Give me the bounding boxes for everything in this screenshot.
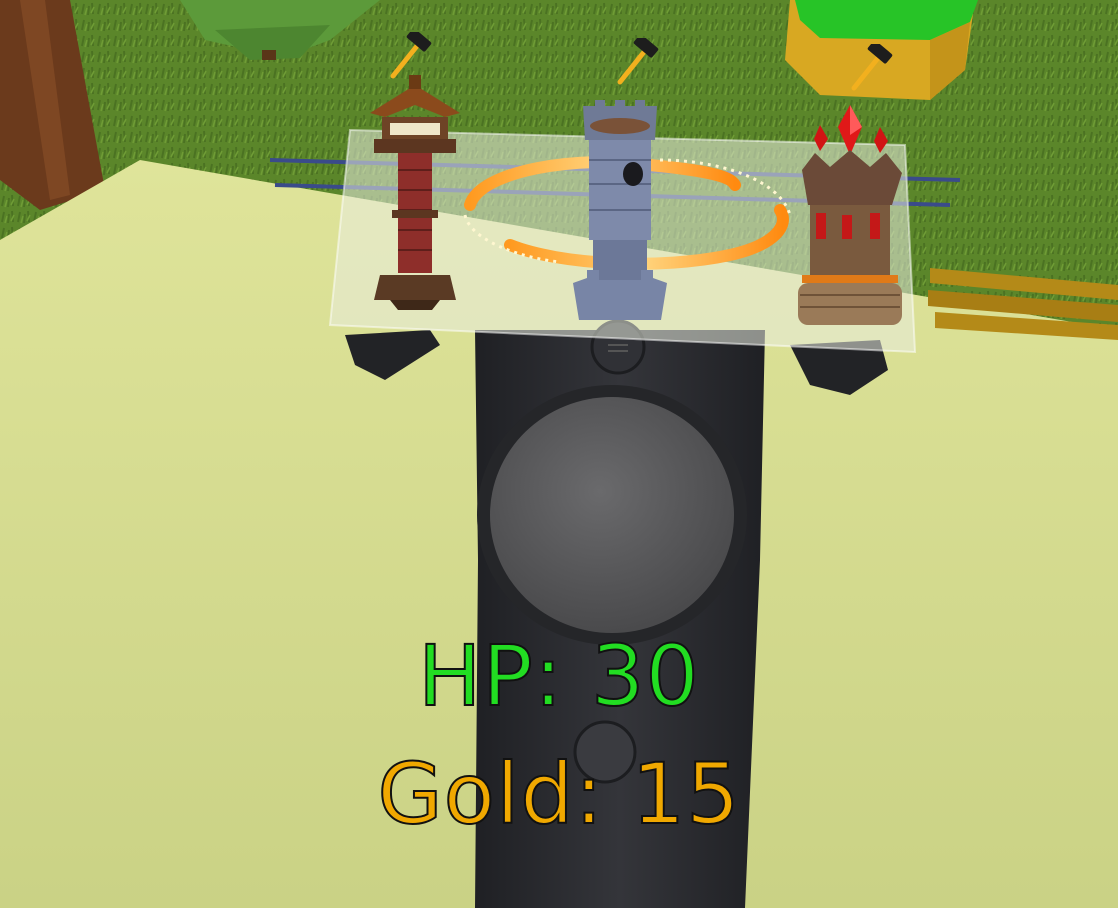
tower-option-stone[interactable] [565, 98, 675, 328]
hammer-icon[interactable] [612, 38, 660, 86]
tower-option-pagoda[interactable] [360, 75, 470, 315]
trackpad [490, 397, 734, 633]
hp-counter: HP: 30 [417, 627, 700, 725]
hammer-icon[interactable] [846, 44, 894, 92]
gold-counter: Gold: 15 [376, 745, 741, 843]
tower-option-crystal[interactable] [780, 105, 910, 330]
hammer-icon[interactable] [385, 32, 433, 80]
